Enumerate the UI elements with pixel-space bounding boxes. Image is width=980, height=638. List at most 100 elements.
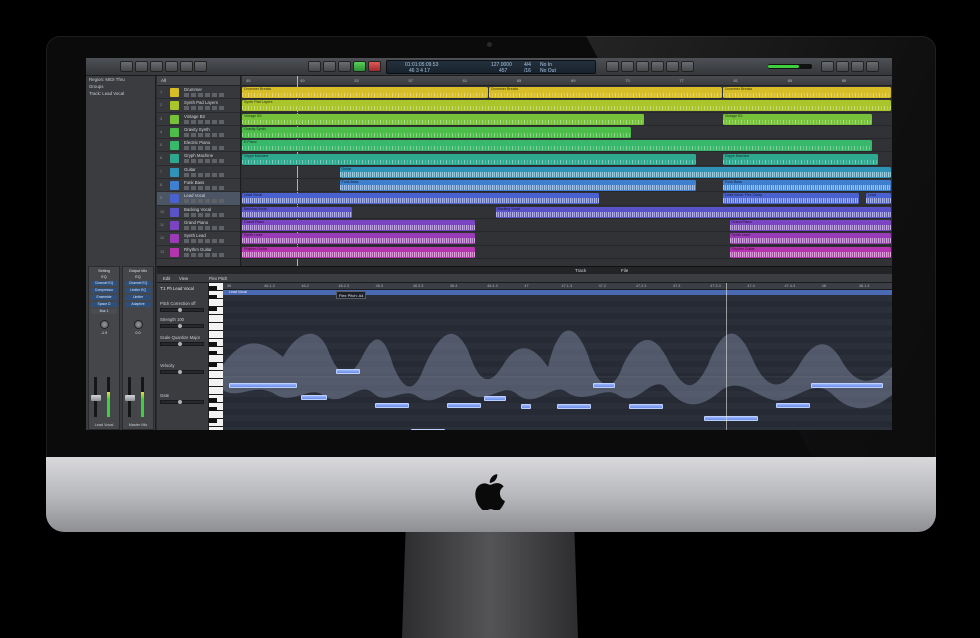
- track-name[interactable]: Drummer: [184, 87, 202, 92]
- track-name[interactable]: Grand Piano: [184, 220, 208, 225]
- editors-button[interactable]: [194, 61, 207, 72]
- track-name[interactable]: Electric Piano: [184, 140, 210, 145]
- region[interactable]: Rhythm Guitar: [242, 246, 475, 258]
- track-name[interactable]: Vintage B3: [184, 114, 205, 119]
- file-browser-button[interactable]: [851, 61, 864, 72]
- region[interactable]: Lead Vocal: [242, 193, 599, 205]
- region[interactable]: Synth Lead: [729, 233, 891, 245]
- tuner-button[interactable]: [621, 61, 634, 72]
- region[interactable]: Rhythm Guitar: [729, 246, 891, 258]
- strip-eq-label[interactable]: EQ: [89, 273, 119, 279]
- editor-playhead[interactable]: [726, 283, 727, 430]
- region[interactable]: Vintage B3: [723, 113, 872, 125]
- pitch-note[interactable]: [336, 369, 360, 374]
- track-name[interactable]: Synth Pad Layers: [184, 100, 218, 105]
- editor-view-menu[interactable]: View: [179, 276, 188, 281]
- track-buttons[interactable]: [184, 106, 224, 111]
- inspector-button[interactable]: [135, 61, 148, 72]
- track-lane[interactable]: Drummer Breaks Drummer Breaks Drummer Brea…: [242, 86, 892, 100]
- track-lane[interactable]: Gravity Synth: [242, 126, 892, 140]
- pitch-note[interactable]: [629, 404, 663, 409]
- track-buttons[interactable]: [184, 119, 224, 124]
- region[interactable]: Grand Piano: [242, 220, 475, 231]
- track-buttons[interactable]: [184, 212, 224, 217]
- track-header[interactable]: 2 Synth Pad Layers: [157, 99, 240, 113]
- strength-control[interactable]: Strength 100: [160, 317, 204, 328]
- region[interactable]: Funk Bass: [723, 180, 891, 192]
- lcd-display[interactable]: 01:01:05:09.53 46 3 4 17 127.0000 457 4/…: [386, 60, 596, 74]
- region[interactable]: Backing Vocal: [242, 206, 352, 218]
- track-name[interactable]: Funk Bass: [184, 180, 204, 185]
- scale-quantize-slider[interactable]: [160, 342, 204, 346]
- track-buttons[interactable]: [184, 159, 224, 164]
- cycle-button[interactable]: [606, 61, 619, 72]
- region[interactable]: Vintage B3: [242, 113, 644, 125]
- plugin-slot[interactable]: Adaptive: [125, 302, 151, 307]
- loop-browser-button[interactable]: [836, 61, 849, 72]
- track-lane[interactable]: Synth Lead Synth Lead: [242, 232, 892, 246]
- region[interactable]: E.Piano: [242, 140, 872, 152]
- track-name[interactable]: Backing Vocal: [184, 207, 211, 212]
- tab-file[interactable]: File: [621, 268, 628, 273]
- velocity-control[interactable]: Velocity: [160, 363, 204, 374]
- note-pad-button[interactable]: [821, 61, 834, 72]
- track-name[interactable]: Guitar: [184, 167, 196, 172]
- pitch-note[interactable]: [704, 416, 758, 421]
- stop-button[interactable]: [338, 61, 351, 72]
- region[interactable]: Backing Vocal: [495, 206, 891, 218]
- track-header[interactable]: 5 Electric Piano: [157, 139, 240, 153]
- plugin-slot[interactable]: Space D: [91, 302, 117, 307]
- pitch-note[interactable]: [447, 403, 481, 408]
- region[interactable]: Gryph Machine: [723, 153, 878, 165]
- track-lane[interactable]: E.Piano: [242, 139, 892, 153]
- forward-button[interactable]: [323, 61, 336, 72]
- pitch-note[interactable]: [229, 383, 297, 388]
- metronome-button[interactable]: [651, 61, 664, 72]
- gate-slider[interactable]: [160, 400, 204, 404]
- track-lane[interactable]: Guitar: [242, 166, 892, 180]
- region[interactable]: Drummer Breaks: [242, 87, 488, 98]
- track-header[interactable]: 9 Lead Vocal: [157, 192, 240, 206]
- plugin-slot[interactable]: Channel EQ: [125, 281, 151, 286]
- track-name[interactable]: Rhythm Guitar: [184, 247, 212, 252]
- editor-edit-menu[interactable]: Edit: [163, 276, 170, 281]
- pitch-note[interactable]: [776, 403, 810, 408]
- track-header[interactable]: 6 Gryph Machine: [157, 152, 240, 166]
- pan-knob[interactable]: [99, 320, 109, 329]
- inspector-region[interactable]: Region: MIDI Thru: [86, 76, 155, 83]
- region[interactable]: Synth Lead: [242, 233, 475, 245]
- track-header[interactable]: 1 Drummer: [157, 86, 240, 100]
- region[interactable]: Drummer Breaks: [723, 87, 891, 98]
- region[interactable]: Synth Pad Layers: [242, 100, 891, 112]
- pitch-note[interactable]: [484, 396, 506, 401]
- gate-control[interactable]: Gate: [160, 393, 204, 404]
- toolbar-button[interactable]: [150, 61, 163, 72]
- region[interactable]: Drummer Breaks: [489, 87, 722, 98]
- bar-ruler[interactable]: 45 49 53 57 61 65 69 73 77 81 85 89: [242, 76, 892, 86]
- track-lane[interactable]: Gryph Machine Gryph Machine: [242, 153, 892, 166]
- rewind-button[interactable]: [308, 61, 321, 72]
- track-name[interactable]: Synth Lead: [184, 233, 206, 238]
- track-header[interactable]: 3 Vintage B3: [157, 113, 240, 126]
- list-editors-button[interactable]: [866, 61, 879, 72]
- master-volume-meter[interactable]: [768, 64, 812, 69]
- library-button[interactable]: [120, 61, 133, 72]
- track-header[interactable]: 10 Backing Vocal: [157, 206, 240, 219]
- region[interactable]: Lead Vocal: Flex Comp: [723, 193, 859, 205]
- track-name[interactable]: Lead Vocal: [184, 193, 205, 198]
- track-header[interactable]: 12 Synth Lead: [157, 232, 240, 246]
- pitch-note[interactable]: [521, 404, 531, 409]
- pitch-note[interactable]: [557, 404, 591, 409]
- inspector-track[interactable]: Track: Lead Vocal: [86, 90, 155, 97]
- velocity-slider[interactable]: [160, 370, 204, 374]
- track-lane[interactable]: Backing Vocal Backing Vocal: [242, 206, 892, 219]
- track-header[interactable]: 13 Rhythm Guitar: [157, 246, 240, 259]
- track-header[interactable]: 7 Guitar: [157, 166, 240, 180]
- send-slot[interactable]: Bus 1: [91, 309, 117, 314]
- pitch-correction-control[interactable]: Pitch Correction off: [160, 301, 204, 312]
- track-buttons[interactable]: [184, 146, 224, 151]
- track-lane[interactable]: Funk Bass Funk Bass: [242, 179, 892, 193]
- smart-controls-button[interactable]: [165, 61, 178, 72]
- pan-knob[interactable]: [133, 320, 143, 329]
- region[interactable]: Grand Piano: [729, 220, 891, 231]
